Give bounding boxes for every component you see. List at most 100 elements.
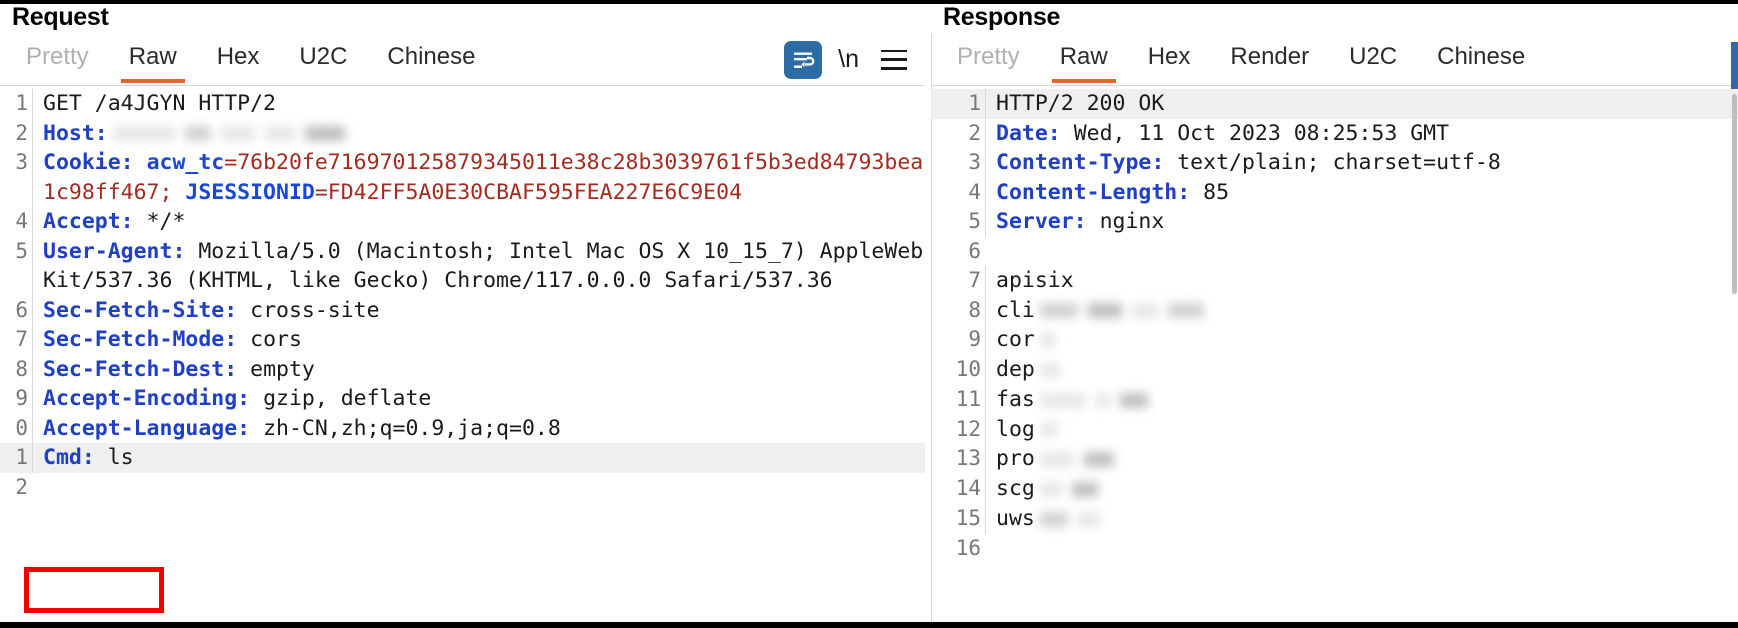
tab-request-chinese[interactable]: Chinese bbox=[367, 37, 495, 83]
line-content: scg bbox=[985, 474, 1738, 504]
response-scroll-thumb[interactable] bbox=[1732, 94, 1737, 294]
line-content: Date: Wed, 11 Oct 2023 08:25:53 GMT bbox=[985, 118, 1738, 148]
response-code-area[interactable]: 1 HTTP/2 200 OK 2 Date: Wed, 11 Oct 2023… bbox=[931, 86, 1738, 622]
code-line: 11 fas bbox=[931, 384, 1738, 415]
header-value-cmd: ls bbox=[107, 445, 134, 471]
tab-request-hex[interactable]: Hex bbox=[197, 37, 280, 83]
code-line: 1 HTTP/2 200 OK bbox=[931, 89, 1738, 119]
code-line: 3 Cookie: acw_tc=76b20fe7169701258793450… bbox=[0, 148, 925, 208]
blur-seg bbox=[1071, 481, 1098, 497]
blur-seg bbox=[1039, 481, 1062, 497]
header-name-cookie: Cookie: bbox=[43, 150, 134, 176]
cookie-value-jsessionid: FD42FF5A0E30CBAF595FEA227E6C9E04 bbox=[327, 179, 743, 205]
line-number: 15 bbox=[955, 505, 981, 530]
tab-response-raw[interactable]: Raw bbox=[1040, 37, 1128, 83]
line-content: apisix bbox=[985, 266, 1738, 296]
hamburger-menu-icon[interactable] bbox=[881, 49, 907, 70]
line-number: 14 bbox=[955, 476, 981, 500]
header-value-sec-fetch-mode: cors bbox=[250, 327, 302, 353]
blur-seg bbox=[1077, 511, 1100, 527]
redacted-body-text bbox=[1035, 385, 1153, 415]
code-line: 5 User-Agent: Mozilla/5.0 (Macintosh; In… bbox=[0, 236, 925, 296]
body-line-apisix: apisix bbox=[996, 268, 1074, 293]
line-number: 3 bbox=[15, 150, 28, 175]
header-name-server: Server: bbox=[996, 209, 1087, 234]
cookie-equals-2: = bbox=[314, 179, 328, 205]
code-line: 6 bbox=[931, 237, 1738, 267]
newline-toggle-label[interactable]: \n bbox=[838, 45, 859, 74]
line-number: 2 bbox=[15, 474, 28, 499]
body-line-prefix: fas bbox=[996, 386, 1035, 412]
tab-request-raw[interactable]: Raw bbox=[109, 37, 197, 83]
response-tabbar: Pretty Raw Hex Render U2C Chinese bbox=[931, 34, 1738, 86]
code-line: 5 Server: nginx bbox=[931, 207, 1738, 237]
line-content: Sec-Fetch-Site: cross-site bbox=[32, 295, 925, 326]
line-number: 16 bbox=[955, 535, 981, 560]
header-value-content-type: text/plain; charset=utf-8 bbox=[1177, 150, 1501, 175]
blur-seg bbox=[1039, 362, 1060, 378]
line-content: HTTP/2 200 OK bbox=[985, 89, 1738, 119]
redacted-host-value bbox=[108, 119, 350, 149]
line-content: Accept-Language: zh-CN,zh;q=0.9,ja;q=0.8 bbox=[32, 413, 925, 444]
request-code-area[interactable]: 1 GET /a4JGYN HTTP/2 2 Host: 3 Cookie: a… bbox=[0, 86, 925, 622]
code-line: 12 log bbox=[931, 414, 1738, 445]
request-start-line: GET /a4JGYN HTTP/2 bbox=[43, 91, 276, 116]
word-wrap-icon[interactable] bbox=[784, 40, 823, 79]
code-line: 16 bbox=[931, 534, 1738, 564]
header-name-user-agent: User-Agent: bbox=[43, 238, 186, 264]
line-content: dep bbox=[985, 355, 1738, 385]
tab-response-hex[interactable]: Hex bbox=[1128, 37, 1211, 83]
header-value-date: Wed, 11 Oct 2023 08:25:53 GMT bbox=[1073, 120, 1450, 146]
cookie-separator: ; bbox=[159, 179, 186, 205]
tab-response-render[interactable]: Render bbox=[1210, 37, 1329, 83]
tab-response-chinese[interactable]: Chinese bbox=[1417, 37, 1545, 83]
code-line: 7 apisix bbox=[931, 266, 1738, 296]
line-content: cor bbox=[985, 325, 1738, 355]
tab-request-u2c[interactable]: U2C bbox=[279, 37, 367, 83]
line-number: 2 bbox=[968, 120, 981, 145]
cookie-name-jsessionid: JSESSIONID bbox=[185, 179, 315, 205]
line-content: Accept: */* bbox=[32, 207, 925, 237]
line-number: 8 bbox=[968, 297, 981, 322]
blur-seg bbox=[1039, 452, 1074, 467]
code-line: 2 Host: bbox=[0, 118, 925, 149]
code-line: 2 bbox=[0, 473, 925, 503]
header-name-date: Date: bbox=[996, 120, 1061, 146]
header-name-accept-language: Accept-Language: bbox=[43, 415, 251, 441]
response-status-line: HTTP/2 200 OK bbox=[996, 91, 1165, 116]
redacted-body-text bbox=[1035, 355, 1065, 385]
tab-response-pretty[interactable]: Pretty bbox=[937, 37, 1040, 83]
body-line-prefix: cor bbox=[996, 327, 1035, 353]
code-line: 7 Sec-Fetch-Mode: cors bbox=[0, 325, 925, 355]
line-content: Content-Length: 85 bbox=[985, 177, 1738, 207]
line-content: Content-Type: text/plain; charset=utf-8 bbox=[985, 148, 1738, 178]
code-line: 3 Content-Type: text/plain; charset=utf-… bbox=[931, 148, 1738, 178]
hamburger-bar-2 bbox=[881, 58, 907, 61]
tab-request-pretty[interactable]: Pretty bbox=[6, 37, 109, 83]
line-number: 0 bbox=[15, 415, 28, 440]
code-line: 2 Date: Wed, 11 Oct 2023 08:25:53 GMT bbox=[931, 118, 1738, 148]
body-line-prefix: cli bbox=[996, 297, 1035, 323]
redacted-body-text bbox=[1035, 415, 1063, 445]
header-value-sec-fetch-dest: empty bbox=[250, 356, 315, 382]
blur-seg bbox=[1039, 392, 1086, 408]
blur-seg bbox=[1039, 511, 1068, 527]
tab-response-u2c[interactable]: U2C bbox=[1329, 37, 1417, 83]
blur-seg bbox=[264, 126, 295, 142]
blur-seg bbox=[112, 126, 175, 142]
code-line: 0 Accept-Language: zh-CN,zh;q=0.9,ja;q=0… bbox=[0, 413, 925, 444]
line-number: 3 bbox=[968, 150, 981, 174]
blur-seg bbox=[304, 126, 345, 142]
line-content: Accept-Encoding: gzip, deflate bbox=[32, 384, 925, 414]
line-number: 9 bbox=[15, 386, 28, 411]
header-name-content-length: Content-Length: bbox=[996, 179, 1191, 205]
body-line-prefix: pro bbox=[996, 446, 1035, 472]
blur-seg bbox=[1095, 392, 1110, 408]
line-content: Cmd: ls bbox=[32, 443, 925, 473]
word-wrap-glyph bbox=[794, 52, 815, 68]
burp-repeater-screen: Request Pretty Raw Hex U2C Chinese \n 1 … bbox=[0, 0, 1738, 628]
blur-seg bbox=[1083, 452, 1114, 467]
header-name-host: Host: bbox=[43, 120, 108, 146]
code-line: 4 Content-Length: 85 bbox=[931, 177, 1738, 207]
response-scrollbar[interactable] bbox=[1731, 4, 1738, 622]
